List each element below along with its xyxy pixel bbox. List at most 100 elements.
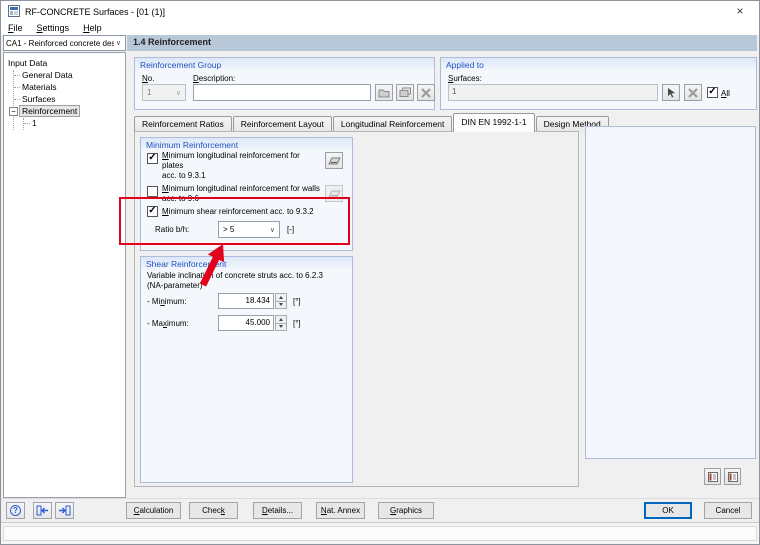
check-icon: ✓	[148, 152, 156, 163]
min-longitudinal-plates-checkbox[interactable]: ✓	[147, 153, 158, 164]
minimum-label: - Minimum:	[147, 297, 187, 306]
tree-children: General Data Materials Surfaces −Reinfor…	[13, 70, 123, 130]
check-button[interactable]: Check	[189, 502, 238, 519]
plates-apply-settings-button[interactable]	[325, 152, 343, 169]
tree-item-reinforcement-label: Reinforcement	[19, 105, 80, 117]
tree-connector	[14, 87, 20, 88]
spin-up-icon[interactable]	[275, 293, 287, 301]
menu-settings[interactable]: Settings	[30, 22, 77, 35]
chevron-down-icon: ∨	[174, 89, 183, 97]
pick-arrow-icon	[666, 87, 677, 98]
check-icon: ✓	[148, 205, 156, 216]
spin-down-icon[interactable]	[275, 301, 287, 310]
tree-item-input-data[interactable]: Input Data	[8, 58, 123, 70]
minimum-reinforcement-box: Minimum Reinforcement ✓ Minimum longitud…	[140, 137, 353, 251]
delete-x-icon	[421, 88, 431, 98]
design-case-value: CA1 - Reinforced concrete desi	[6, 39, 114, 48]
min-shear-label: Minimum shear reinforcement acc. to 9.3.…	[162, 207, 314, 216]
tab-reinforcement-layout[interactable]: Reinforcement Layout	[233, 116, 332, 132]
tree-item-reinforcement-1[interactable]: 1	[24, 118, 123, 130]
tree-children: 1	[23, 118, 123, 130]
tab-din-en-1992-1-1[interactable]: DIN EN 1992-1-1	[453, 113, 534, 132]
window-title: RF-CONCRETE Surfaces - [01 (1)]	[25, 7, 165, 17]
new-folder-icon	[378, 88, 390, 98]
all-surfaces-checkbox[interactable]: ✓	[707, 87, 718, 98]
previous-window-button[interactable]	[33, 502, 52, 519]
navigator-tree: Input Data General Data Materials Surfac…	[3, 52, 126, 498]
nat-annex-button[interactable]: Nat. Annex	[316, 502, 365, 519]
tree-connector	[14, 99, 20, 100]
page-title: 1.4 Reinforcement	[127, 35, 757, 51]
tree-collapse-icon[interactable]: −	[9, 107, 18, 116]
maximum-inclination-spinner[interactable]: 45.000	[218, 315, 287, 331]
applied-to-box: Applied to Surfaces: 1 ✓ All	[440, 57, 757, 110]
all-label: All	[721, 89, 730, 98]
menubar: File Settings Help	[1, 22, 759, 35]
group-title: Minimum Reinforcement	[141, 138, 352, 151]
chevron-down-icon: ∨	[114, 39, 123, 47]
maximum-label: - Maximum:	[147, 319, 189, 328]
clear-surfaces-button[interactable]	[684, 84, 702, 101]
tree-item-materials[interactable]: Materials	[14, 82, 123, 94]
ratio-bh-unit: [-]	[287, 225, 294, 234]
min-shear-checkbox[interactable]: ✓	[147, 206, 158, 217]
surface-settings-icon	[328, 156, 341, 166]
close-button[interactable]: ×	[725, 3, 755, 20]
tree-connector	[14, 75, 20, 76]
next-window-button[interactable]	[55, 502, 74, 519]
tree-item-reinforcement[interactable]: −Reinforcement	[14, 106, 123, 118]
group-title: Reinforcement Group	[135, 58, 434, 71]
description-input[interactable]	[193, 84, 371, 101]
degree-unit: [°]	[293, 297, 301, 306]
tab-longitudinal-reinforcement[interactable]: Longitudinal Reinforcement	[333, 116, 452, 132]
menu-file[interactable]: File	[1, 22, 30, 35]
copy-group-button[interactable]	[396, 84, 414, 101]
min-longitudinal-walls-checkbox[interactable]	[147, 186, 158, 197]
footer-divider	[1, 498, 759, 499]
description-label: Description:	[193, 74, 235, 83]
help-button[interactable]: ?	[6, 502, 25, 519]
standard-info-button[interactable]	[724, 468, 741, 485]
standard-info-button[interactable]	[704, 468, 721, 485]
copy-folder-icon	[399, 87, 411, 98]
reinforcement-group-box: Reinforcement Group No. 1 ∨ Description:	[134, 57, 435, 110]
chevron-down-icon: ∨	[268, 226, 277, 234]
titlebar: RF-CONCRETE Surfaces - [01 (1)] ×	[1, 1, 759, 22]
cancel-button[interactable]: Cancel	[704, 502, 752, 519]
pick-surfaces-button[interactable]	[662, 84, 680, 101]
design-case-selector[interactable]: CA1 - Reinforced concrete desi ∨	[3, 35, 126, 51]
delete-group-button[interactable]	[417, 84, 435, 101]
statusbar-field	[3, 526, 757, 541]
ratio-bh-select[interactable]: > 5 ∨	[218, 221, 280, 238]
shear-reinforcement-box: Shear Reinforcement Variable inclination…	[140, 256, 353, 483]
book-icon	[707, 471, 719, 483]
spin-down-icon[interactable]	[275, 323, 287, 332]
spin-up-icon[interactable]	[275, 315, 287, 323]
tree-connector	[24, 123, 30, 124]
reinforcement-group-no-select[interactable]: 1 ∨	[142, 84, 186, 101]
tab-reinforcement-ratios[interactable]: Reinforcement Ratios	[134, 116, 232, 132]
calculation-button[interactable]: Calculation	[126, 502, 181, 519]
check-icon: ✓	[708, 86, 716, 97]
book-icon	[727, 471, 739, 483]
surfaces-input[interactable]: 1	[448, 84, 658, 101]
graphics-button[interactable]: Graphics	[378, 502, 434, 519]
strut-inclination-text: Variable inclination of concrete struts …	[147, 271, 347, 291]
tree-item-general-data[interactable]: General Data	[14, 70, 123, 82]
tab-strip: Reinforcement Ratios Reinforcement Layou…	[134, 115, 610, 132]
min-longitudinal-walls-label: Minimum longitudinal reinforcement for w…	[162, 184, 320, 204]
surfaces-label: Surfaces:	[448, 74, 482, 83]
rf-concrete-surfaces-window: RF-CONCRETE Surfaces - [01 (1)] × File S…	[0, 0, 760, 545]
menu-help[interactable]: Help	[76, 22, 109, 35]
graphic-preview-panel	[585, 126, 756, 459]
walls-apply-settings-button[interactable]	[325, 185, 343, 202]
ok-button[interactable]: OK	[644, 502, 692, 519]
new-group-button[interactable]	[375, 84, 393, 101]
delete-x-icon	[688, 88, 698, 98]
min-longitudinal-plates-label: Minimum longitudinal reinforcement for p…	[162, 151, 320, 181]
statusbar	[1, 522, 759, 544]
details-button[interactable]: Details...	[253, 502, 302, 519]
arrow-into-panel-left-icon	[36, 505, 49, 516]
no-label: No.	[142, 74, 154, 83]
minimum-inclination-spinner[interactable]: 18.434	[218, 293, 287, 309]
